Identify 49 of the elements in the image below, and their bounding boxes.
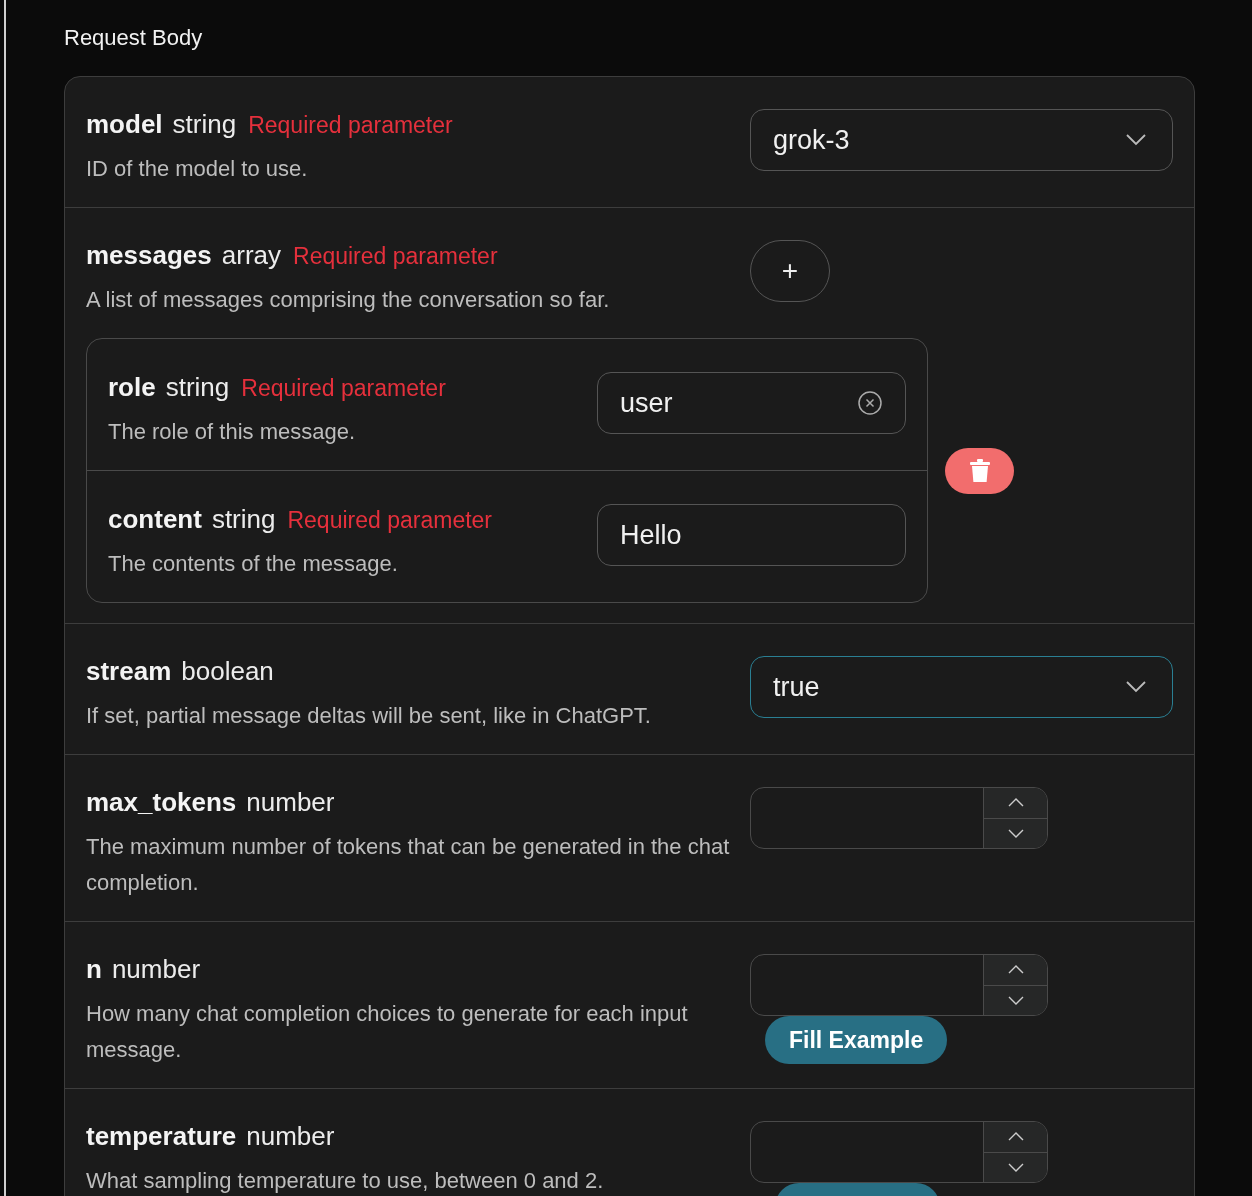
number-field[interactable] [750, 954, 1048, 1016]
delete-button[interactable] [945, 447, 1014, 494]
parameter-description: ID of the model to use. [86, 155, 309, 183]
parameter-type: number [246, 1121, 335, 1152]
parameter-type: boolean [181, 656, 274, 687]
parameter-name: temperature [86, 1121, 237, 1152]
parameter-type: string [211, 504, 276, 535]
trash-icon [969, 458, 990, 483]
add-button[interactable]: + [750, 240, 830, 302]
parameter-name: role [108, 372, 156, 403]
parameter-description: What sampling temperature to use, between 0 and 2. [86, 1167, 605, 1195]
required-label: Required parameter [248, 112, 453, 139]
parameter-name: n [86, 954, 102, 985]
select-field[interactable]: grok-3 [750, 109, 1173, 171]
chevron-down-icon [1007, 828, 1024, 838]
parameter-name: content [108, 504, 202, 535]
parameter-name: max_tokens [86, 787, 237, 818]
chevron-up-icon [1007, 798, 1024, 808]
parameter-name: stream [86, 656, 172, 687]
parameter-description: The contents of the message. [108, 550, 399, 578]
required-label: Required parameter [293, 243, 498, 270]
number-field[interactable] [750, 1121, 1048, 1183]
parameter-description: How many chat completion choices to generate for each input message. [86, 1000, 689, 1064]
parameter-type: number [246, 787, 335, 818]
chevron-down-icon [1007, 1162, 1024, 1172]
parameter-type: number [111, 954, 201, 985]
chevron-down-icon [1126, 681, 1146, 693]
text-field[interactable]: Hello [597, 504, 906, 566]
text-field[interactable]: user [597, 372, 906, 434]
parameter-description: A list of messages comprising the conversation so far. [86, 286, 611, 314]
parameter-description: The role of this message. [108, 418, 356, 446]
chevron-down-icon [1007, 995, 1024, 1005]
required-label: Required parameter [241, 375, 446, 402]
number-field[interactable] [750, 787, 1048, 849]
fill-example-button[interactable]: Fill Example [765, 1016, 948, 1064]
parameter-type: string [165, 372, 230, 403]
parameter-type: string [172, 109, 237, 140]
chevron-up-icon [1007, 965, 1024, 975]
chevron-down-icon [1126, 134, 1146, 146]
chevron-up-icon [1007, 1132, 1024, 1142]
parameter-name: model [86, 109, 163, 140]
parameter-type: array [221, 240, 281, 271]
parameter-description: If set, partial message deltas will be sent, like in ChatGPT. [86, 702, 652, 730]
parameter-name: messages [86, 240, 212, 271]
clear-icon[interactable] [857, 390, 883, 416]
select-field[interactable]: true [750, 656, 1173, 718]
required-label: Required parameter [287, 507, 493, 534]
parameter-description: The maximum number of tokens that can be generated in the chat completion. [86, 833, 731, 897]
section-title: Request Body [64, 24, 204, 52]
